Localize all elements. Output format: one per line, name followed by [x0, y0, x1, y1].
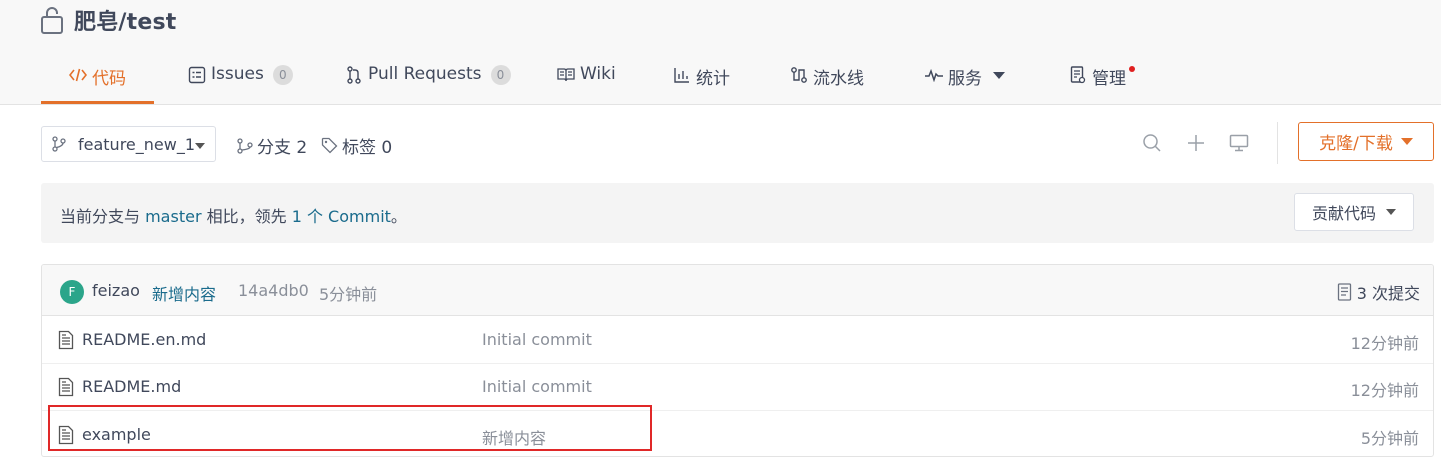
banner-suffix: 。 — [390, 207, 407, 226]
tab-label: 代码 — [92, 69, 126, 89]
branch-selector[interactable]: feature_new_1 — [41, 126, 216, 162]
file-commit-message[interactable]: Initial commit — [482, 377, 592, 396]
commit-author[interactable]: feizao — [92, 281, 140, 300]
base-branch-link[interactable]: master — [145, 207, 201, 226]
file-name[interactable]: README.md — [82, 377, 181, 396]
chevron-down-icon — [195, 143, 205, 149]
tab-code[interactable]: 代码 — [41, 64, 154, 104]
notification-dot — [1129, 66, 1135, 72]
chevron-down-icon — [1386, 209, 1396, 215]
file-time: 5分钟前 — [1360, 429, 1419, 448]
tab-admin[interactable]: 管理 — [1069, 64, 1135, 104]
clone-download-button[interactable]: 克隆/下载 — [1298, 122, 1434, 161]
tab-wiki[interactable]: Wiki — [557, 64, 616, 104]
branch-name: feature_new_1 — [78, 134, 196, 154]
tab-label: 流水线 — [813, 69, 864, 89]
banner-prefix: 当前分支与 — [60, 207, 146, 226]
commit-count-link[interactable]: 3 次提交 — [1337, 280, 1420, 304]
search-icon[interactable] — [1141, 132, 1163, 154]
file-time: 12分钟前 — [1350, 381, 1419, 400]
file-commit-message[interactable]: 新增内容 — [482, 425, 546, 449]
tab-issues[interactable]: Issues 0 — [188, 64, 293, 104]
clone-download-label: 克隆/下载 — [1319, 134, 1393, 154]
tags-label: 标签 0 — [342, 138, 393, 158]
tab-pull-requests[interactable]: Pull Requests 0 — [345, 64, 511, 104]
tab-label: Issues — [211, 64, 264, 84]
issues-count-badge: 0 — [272, 65, 293, 85]
web-ide-icon[interactable] — [1228, 132, 1250, 154]
contribute-button[interactable]: 贡献代码 — [1294, 193, 1414, 231]
tab-label: Pull Requests — [368, 64, 482, 84]
code-icon — [69, 64, 87, 86]
tag-icon — [321, 137, 338, 154]
chevron-down-icon — [1400, 138, 1413, 145]
file-name[interactable]: example — [82, 425, 151, 444]
settings-doc-icon — [1069, 64, 1087, 86]
file-name[interactable]: README.en.md — [82, 330, 206, 349]
add-file-icon[interactable] — [1185, 132, 1207, 154]
branch-compare-banner: 当前分支与 master 相比，领先 1 个 Commit。 贡献代码 — [41, 183, 1434, 243]
issues-icon — [188, 64, 206, 86]
tags-link[interactable]: 标签 0 — [321, 133, 392, 158]
tab-label: 服务 — [948, 69, 982, 89]
latest-commit-bar: F feizao 新增内容 14a4db0 5分钟前 3 次提交 — [42, 265, 1433, 316]
repo-name[interactable]: 肥皂/test — [74, 4, 176, 36]
wiki-book-icon — [557, 64, 575, 86]
avatar[interactable]: F — [60, 280, 84, 304]
tab-label: Wiki — [580, 64, 616, 84]
tab-label: 统计 — [696, 69, 730, 89]
pull-requests-count-badge: 0 — [490, 65, 511, 85]
repo-title: 肥皂/test — [40, 4, 176, 36]
branch-icon — [52, 136, 70, 152]
toolbar-divider — [1277, 122, 1278, 164]
pulse-icon — [925, 64, 943, 86]
commit-message[interactable]: 新增内容 — [152, 281, 216, 305]
ahead-commits-link[interactable]: 1 个 Commit — [292, 207, 391, 226]
tab-services[interactable]: 服务 — [925, 64, 1005, 104]
branches-label: 分支 2 — [257, 138, 308, 158]
bar-chart-icon — [673, 64, 691, 86]
repo-header: 肥皂/test 代码 Issues 0 Pull Requests 0 Wiki… — [0, 0, 1441, 105]
file-commit-message[interactable]: Initial commit — [482, 330, 592, 349]
branches-link[interactable]: 分支 2 — [237, 133, 307, 158]
banner-middle: 相比，领先 — [201, 207, 292, 226]
tab-pipeline[interactable]: 流水线 — [790, 64, 864, 104]
tab-label: 管理 — [1092, 69, 1126, 89]
table-row: example 新增内容 5分钟前 — [42, 411, 1433, 456]
lock-icon — [40, 5, 66, 35]
banner-text: 当前分支与 master 相比，领先 1 个 Commit。 — [60, 203, 407, 227]
file-list: F feizao 新增内容 14a4db0 5分钟前 3 次提交 README.… — [41, 264, 1434, 457]
pipeline-icon — [790, 64, 808, 86]
branch-icon — [237, 137, 253, 154]
commit-hash[interactable]: 14a4db0 — [238, 281, 309, 300]
file-time: 12分钟前 — [1350, 334, 1419, 353]
commits-doc-icon — [1337, 283, 1352, 301]
file-icon — [58, 377, 74, 397]
chevron-down-icon — [993, 72, 1005, 79]
commit-count: 3 次提交 — [1356, 284, 1420, 303]
file-icon — [58, 330, 74, 350]
tab-stats[interactable]: 统计 — [673, 64, 730, 104]
contribute-label: 贡献代码 — [1311, 204, 1376, 223]
table-row: README.en.md Initial commit 12分钟前 — [42, 316, 1433, 364]
commit-time: 5分钟前 — [319, 285, 378, 304]
pull-request-icon — [345, 64, 363, 86]
file-icon — [58, 425, 74, 445]
table-row: README.md Initial commit 12分钟前 — [42, 363, 1433, 411]
